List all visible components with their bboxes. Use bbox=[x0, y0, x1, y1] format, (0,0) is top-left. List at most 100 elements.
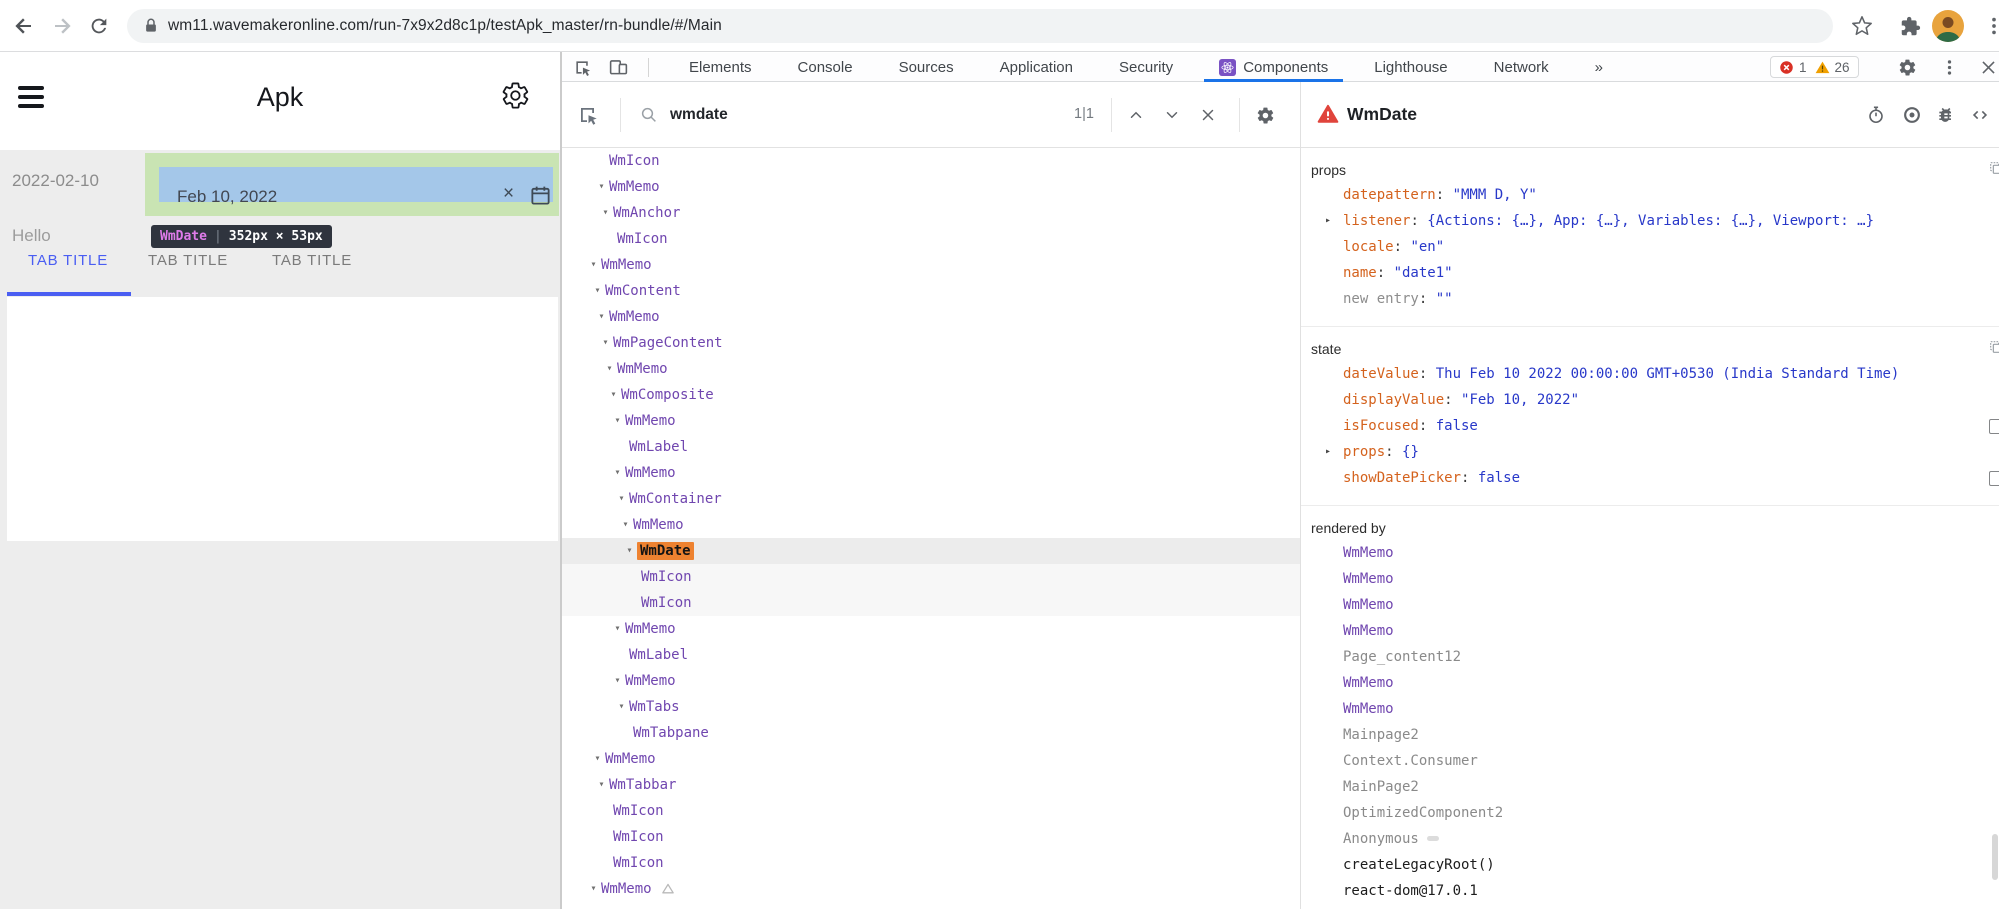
expand-chevron-icon[interactable]: ▾ bbox=[614, 694, 629, 720]
devtools-tab-lighthouse[interactable]: Lighthouse bbox=[1351, 53, 1470, 82]
state-row[interactable]: showDatePicker: false bbox=[1301, 465, 1999, 491]
expand-chevron-icon[interactable]: ▾ bbox=[610, 668, 625, 694]
avatar[interactable] bbox=[1932, 10, 1964, 42]
expand-chevron-icon[interactable]: ▾ bbox=[590, 278, 605, 304]
expand-chevron-icon[interactable]: ▾ bbox=[590, 746, 605, 772]
rendered-by-item[interactable]: WmMemo bbox=[1301, 618, 1999, 644]
boolean-checkbox[interactable] bbox=[1989, 419, 1999, 434]
tree-row[interactable]: ▾WmTabbar bbox=[562, 772, 1300, 798]
prop-row[interactable]: datepattern: "MMM D, Y" bbox=[1301, 182, 1999, 208]
calendar-icon[interactable] bbox=[529, 184, 552, 207]
inspector-scrollbar[interactable] bbox=[1992, 834, 1998, 880]
devtools-menu-icon[interactable] bbox=[1940, 58, 1959, 77]
tree-row[interactable]: ▾WmTabpane bbox=[562, 720, 1300, 746]
tree-row[interactable]: ▾WmMemo bbox=[562, 408, 1300, 434]
tree-row[interactable]: ▾WmMemo bbox=[562, 616, 1300, 642]
log-component-bug-icon[interactable] bbox=[1936, 105, 1956, 125]
devtools-tab-elements[interactable]: Elements bbox=[666, 53, 775, 82]
expand-chevron-icon[interactable]: ▾ bbox=[606, 382, 621, 408]
rendered-by-name[interactable]: WmMemo bbox=[1343, 545, 1394, 561]
search-input[interactable]: wmdate bbox=[670, 82, 728, 147]
tree-row[interactable]: ▾WmIcon bbox=[562, 850, 1300, 876]
address-bar[interactable]: wm11.wavemakeronline.com/run-7x9x2d8c1p/… bbox=[127, 9, 1833, 43]
prop-value[interactable]: "en" bbox=[1410, 239, 1444, 255]
copy-state-icon[interactable] bbox=[1988, 339, 1999, 355]
state-row[interactable]: displayValue: "Feb 10, 2022" bbox=[1301, 387, 1999, 413]
inspect-element-icon[interactable] bbox=[572, 57, 593, 78]
expand-chevron-icon[interactable]: ▾ bbox=[586, 876, 601, 902]
boolean-checkbox[interactable] bbox=[1989, 471, 1999, 486]
tree-row[interactable]: ▾WmMemo bbox=[562, 746, 1300, 772]
expand-chevron-icon[interactable]: ▾ bbox=[622, 538, 637, 564]
state-row[interactable]: isFocused: false bbox=[1301, 413, 1999, 439]
tree-row[interactable]: ▾WmDate bbox=[562, 538, 1300, 564]
back-button[interactable] bbox=[12, 14, 36, 38]
tree-row[interactable]: ▾WmMemo bbox=[562, 252, 1300, 278]
expand-chevron-icon[interactable]: ▾ bbox=[610, 616, 625, 642]
tree-row[interactable]: ▾WmMemo bbox=[562, 356, 1300, 382]
expand-arrow-icon[interactable]: ▸ bbox=[1325, 208, 1339, 234]
rendered-by-name[interactable]: WmMemo bbox=[1343, 597, 1394, 613]
state-value[interactable]: false bbox=[1436, 418, 1478, 434]
reload-button[interactable] bbox=[88, 15, 110, 37]
tree-settings-gear-icon[interactable] bbox=[1256, 106, 1275, 125]
devtools-tab-application[interactable]: Application bbox=[977, 53, 1096, 82]
expand-chevron-icon[interactable]: ▾ bbox=[614, 486, 629, 512]
expand-chevron-icon[interactable]: ▾ bbox=[594, 304, 609, 330]
expand-chevron-icon[interactable]: ▾ bbox=[598, 200, 613, 226]
devtools-tab-console[interactable]: Console bbox=[775, 53, 876, 82]
browser-menu-icon[interactable] bbox=[1983, 15, 1999, 37]
prop-value[interactable]: "date1" bbox=[1394, 265, 1453, 281]
tree-row[interactable]: ▾WmMemo bbox=[562, 668, 1300, 694]
expand-chevron-icon[interactable]: ▾ bbox=[610, 408, 625, 434]
date-input[interactable]: Feb 10, 2022 × bbox=[159, 167, 553, 202]
previous-match-icon[interactable] bbox=[1127, 106, 1145, 124]
state-value[interactable]: "Feb 10, 2022" bbox=[1461, 392, 1579, 408]
tree-row[interactable]: ▾WmContent bbox=[562, 278, 1300, 304]
next-match-icon[interactable] bbox=[1163, 106, 1181, 124]
tree-row[interactable]: ▾WmIcon bbox=[562, 798, 1300, 824]
rendered-by-item[interactable]: WmMemo bbox=[1301, 540, 1999, 566]
tree-row[interactable]: ▾WmLabel bbox=[562, 642, 1300, 668]
tree-row[interactable]: ▾WmPageContent bbox=[562, 330, 1300, 356]
tree-row[interactable]: ▾WmTabs bbox=[562, 694, 1300, 720]
prop-value[interactable]: "" bbox=[1436, 291, 1453, 307]
console-status-badges[interactable]: 1 26 bbox=[1770, 56, 1859, 78]
prop-value[interactable]: "MMM D, Y" bbox=[1453, 187, 1537, 203]
state-row[interactable]: ▸props: {} bbox=[1301, 439, 1999, 465]
select-component-icon[interactable] bbox=[576, 103, 600, 127]
app-tab-title[interactable]: TAB TITLE bbox=[28, 252, 108, 269]
tree-row[interactable]: ▾WmIcon bbox=[562, 590, 1300, 616]
tree-row[interactable]: ▾WmIcon bbox=[562, 564, 1300, 590]
tree-row[interactable]: ▾WmLabel bbox=[562, 434, 1300, 460]
devtools-settings-gear-icon[interactable] bbox=[1898, 58, 1917, 77]
tree-row[interactable]: ▾WmMemo bbox=[562, 304, 1300, 330]
prop-row[interactable]: new entry: "" bbox=[1301, 286, 1999, 312]
state-value[interactable]: false bbox=[1478, 470, 1520, 486]
expand-arrow-icon[interactable]: ▸ bbox=[1325, 439, 1339, 465]
devtools-close-icon[interactable] bbox=[1979, 58, 1998, 77]
rendered-by-name[interactable]: WmMemo bbox=[1343, 675, 1394, 691]
prop-row[interactable]: locale: "en" bbox=[1301, 234, 1999, 260]
view-source-code-icon[interactable] bbox=[1970, 105, 1990, 125]
devtools-tab-sources[interactable]: Sources bbox=[876, 53, 977, 82]
devtools-tab-[interactable]: » bbox=[1572, 53, 1626, 82]
clear-date-icon[interactable]: × bbox=[503, 183, 514, 205]
tree-row[interactable]: ▾WmMemo bbox=[562, 174, 1300, 200]
inspect-dom-eye-icon[interactable] bbox=[1902, 105, 1922, 125]
tree-row[interactable]: ▾WmContainer bbox=[562, 486, 1300, 512]
expand-chevron-icon[interactable]: ▾ bbox=[594, 772, 609, 798]
expand-chevron-icon[interactable]: ▾ bbox=[586, 252, 601, 278]
app-tab-title[interactable]: TAB TITLE bbox=[148, 252, 228, 269]
tree-row[interactable]: ▾WmComposite bbox=[562, 382, 1300, 408]
bookmark-star-icon[interactable] bbox=[1851, 15, 1873, 37]
extensions-puzzle-icon[interactable] bbox=[1900, 16, 1921, 37]
devtools-tab-components[interactable]: Components bbox=[1196, 53, 1351, 82]
rendered-by-item[interactable]: WmMemo bbox=[1301, 566, 1999, 592]
expand-chevron-icon[interactable]: ▾ bbox=[594, 174, 609, 200]
tree-row[interactable]: ▾WmMemo bbox=[562, 512, 1300, 538]
rendered-by-item[interactable]: WmMemo bbox=[1301, 670, 1999, 696]
tree-row[interactable]: ▾WmIcon bbox=[562, 226, 1300, 252]
app-tab-title[interactable]: TAB TITLE bbox=[272, 252, 352, 269]
rendered-by-item[interactable]: WmMemo bbox=[1301, 592, 1999, 618]
